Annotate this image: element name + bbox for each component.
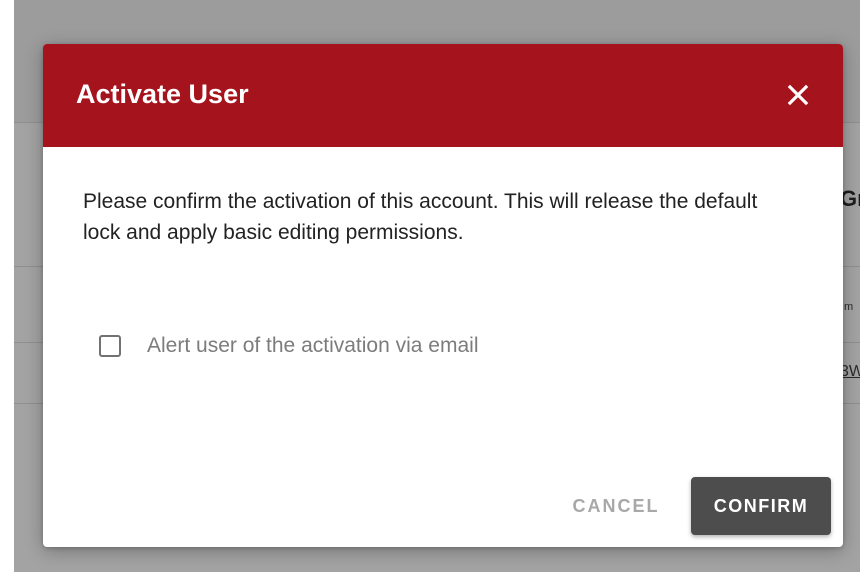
email-alert-option[interactable]: Alert user of the activation via email — [99, 331, 479, 361]
activate-user-dialog: Activate User Please confirm the activat… — [43, 44, 843, 547]
background-link-fragment: 3W — [840, 363, 860, 380]
dialog-message: Please confirm the activation of this ac… — [83, 190, 758, 244]
background-heading-fragment: Gr — [840, 186, 860, 211]
email-alert-checkbox[interactable] — [99, 335, 121, 357]
cancel-button[interactable]: CANCEL — [555, 477, 677, 535]
dialog-title: Activate User — [76, 79, 249, 109]
close-icon — [787, 84, 809, 106]
email-alert-label: Alert user of the activation via email — [147, 334, 479, 357]
close-button[interactable] — [781, 78, 815, 112]
dialog-header: Activate User — [43, 44, 843, 147]
confirm-button[interactable]: CONFIRM — [691, 477, 831, 535]
background-text-fragment: m — [844, 301, 854, 313]
